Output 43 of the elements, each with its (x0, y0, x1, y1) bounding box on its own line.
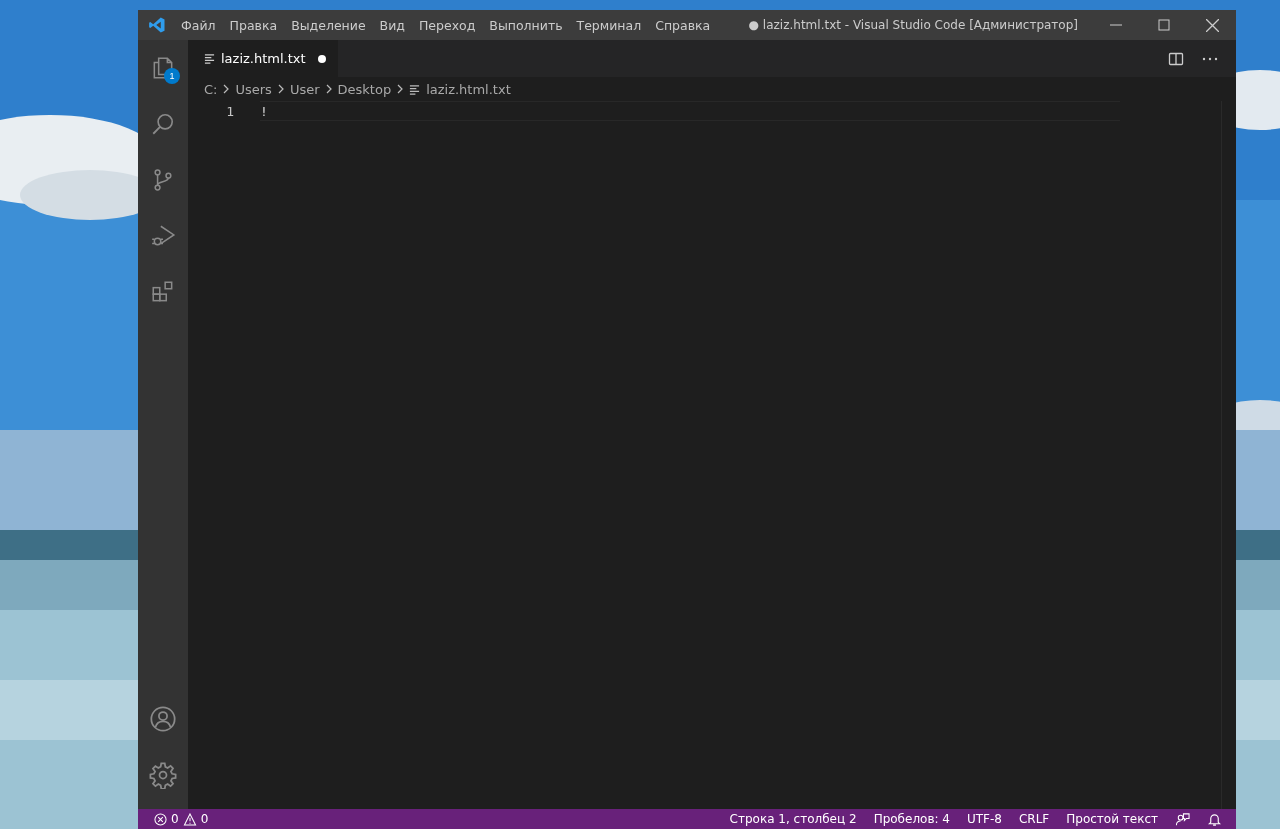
chevron-right-icon (277, 84, 284, 94)
status-item[interactable]: UTF-8 (966, 812, 1002, 826)
more-actions-icon[interactable] (1202, 56, 1218, 61)
breadcrumb-item[interactable]: Users (235, 81, 272, 97)
breadcrumb-item[interactable]: laziz.html.txt (426, 81, 511, 97)
chevron-right-icon (325, 84, 332, 94)
file-icon (409, 83, 421, 95)
menu-item[interactable]: Справка (648, 17, 718, 33)
chevron-right-icon (223, 84, 230, 94)
window-title: ● laziz.html.txt - Visual Studio Code [Администратор] (748, 18, 1078, 32)
menu-item[interactable]: Переход (411, 17, 483, 33)
chevron-right-icon (397, 84, 404, 94)
status-item[interactable]: Простой текст (1066, 812, 1158, 826)
line-number: 1 (225, 103, 234, 119)
settings-icon (149, 761, 177, 789)
breadcrumb-item[interactable]: User (289, 81, 320, 97)
problems-button[interactable]: 0 0 (138, 812, 209, 826)
status-item[interactable]: Пробелов: 4 (873, 812, 950, 826)
code-text: ! (260, 103, 268, 119)
error-icon (154, 812, 167, 826)
menu-item[interactable]: Файл (174, 17, 223, 33)
close-icon (1205, 18, 1219, 32)
notifications-bell-icon[interactable] (1207, 811, 1222, 827)
status-item[interactable]: Строка 1, столбец 2 (729, 812, 857, 826)
split-editor-icon[interactable] (1168, 50, 1184, 67)
notification-badge: 1 (164, 68, 180, 84)
account-icon (149, 705, 177, 733)
menu-item[interactable]: Правка (222, 17, 285, 33)
search-icon (150, 111, 176, 137)
file-icon (204, 53, 215, 64)
menu-item[interactable]: Выделение (284, 17, 373, 33)
status-item[interactable]: CRLF (1018, 812, 1050, 826)
app-logo-icon (148, 16, 166, 34)
breadcrumb-item[interactable]: Desktop (337, 81, 392, 97)
breadcrumb-item[interactable]: C: (204, 81, 218, 97)
warning-icon (182, 812, 197, 826)
menu-item[interactable]: Терминал (569, 17, 649, 33)
feedback-icon[interactable] (1175, 811, 1190, 827)
menu-item[interactable]: Вид (372, 17, 412, 33)
menu-item[interactable]: Выполнить (482, 17, 570, 33)
maximize-icon (1158, 19, 1170, 31)
editor-tab[interactable]: laziz.html.txt (188, 40, 338, 77)
explorer-button[interactable]: 1 (138, 40, 188, 96)
